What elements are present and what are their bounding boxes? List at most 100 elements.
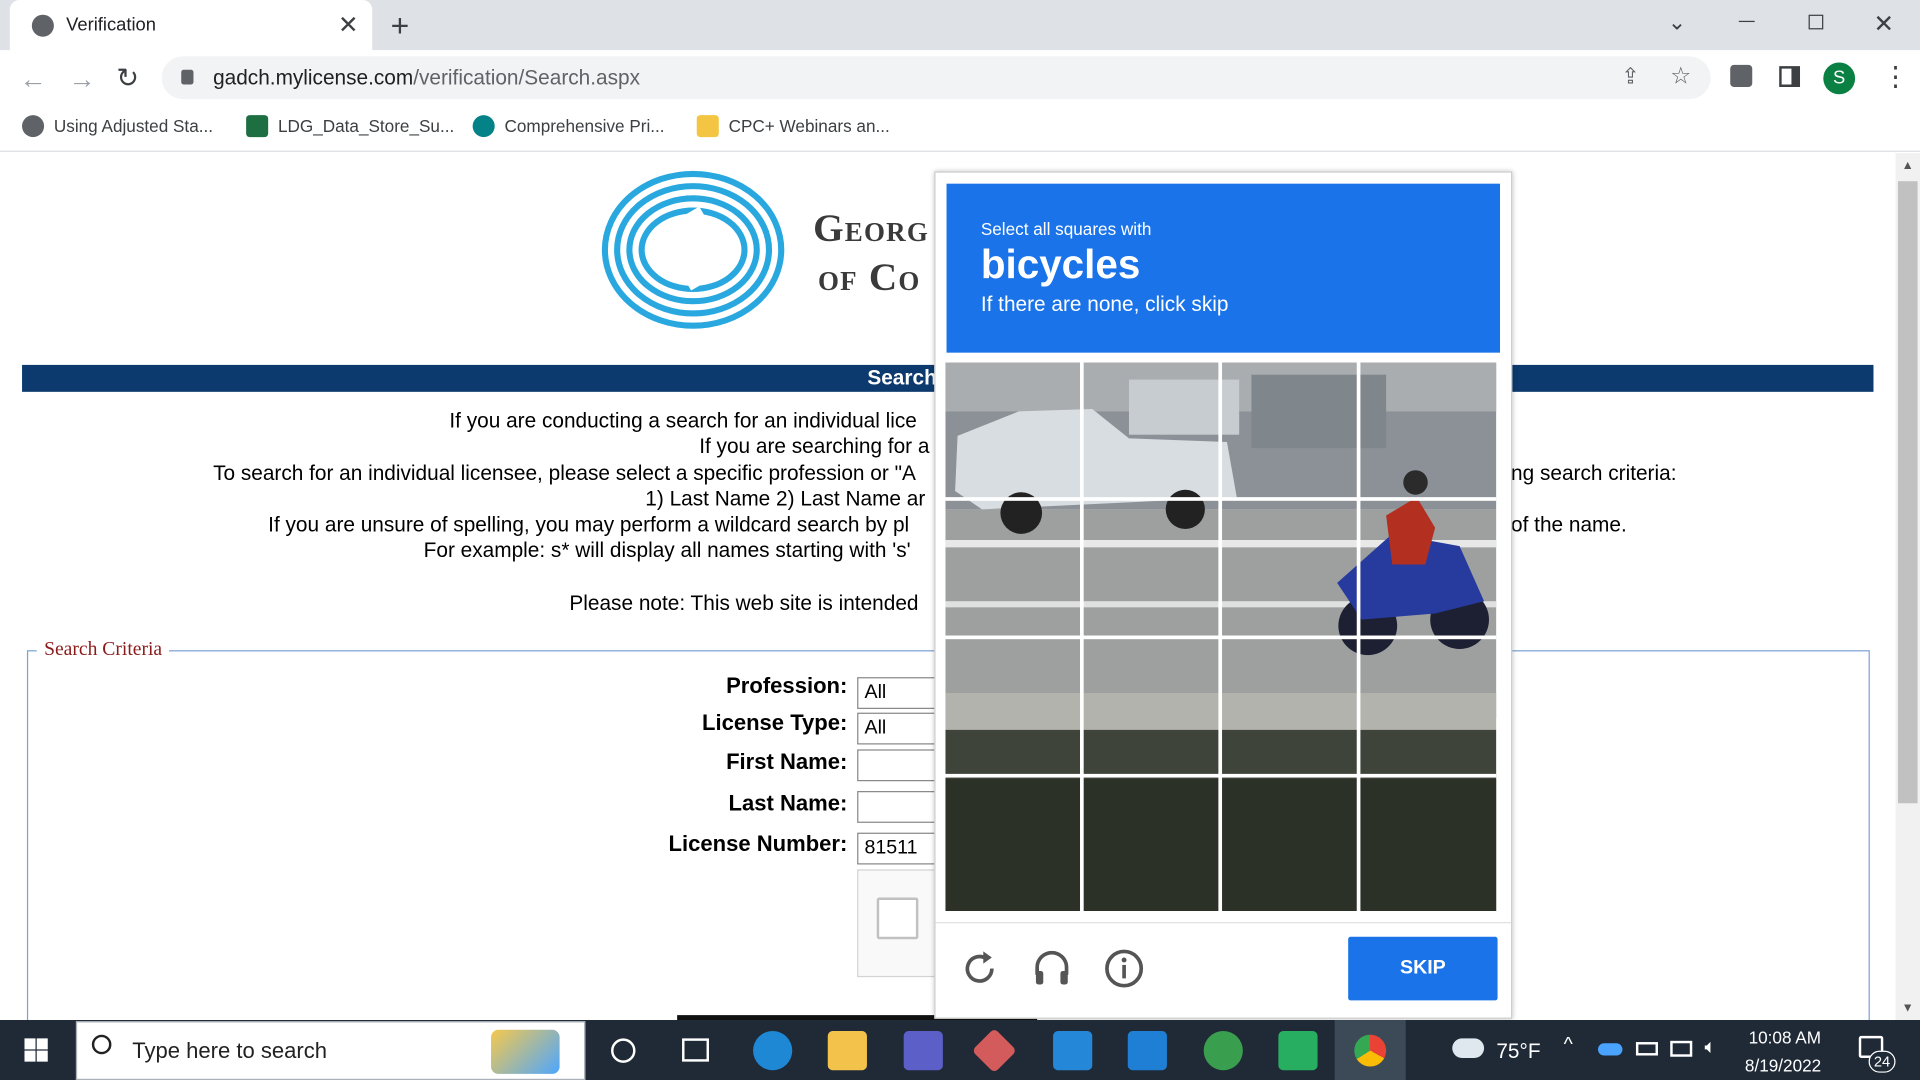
search-icon [91,1034,112,1055]
new-tab-icon[interactable]: + [391,7,410,45]
intro-line: If you are conducting a search for an in… [449,408,917,433]
captcha-image-grid [945,362,1497,912]
intro-line: of the name. [1511,513,1627,537]
logo-line1: Georg [813,205,930,250]
last-name-field[interactable] [857,791,943,823]
captcha-hint: If there are none, click skip [980,292,1229,316]
scrollbar-thumb[interactable] [1897,181,1918,804]
fieldset-legend: Search Criteria [36,639,170,662]
taskbar-search-input[interactable]: Type here to search [75,1021,586,1080]
grid-tile[interactable] [1084,362,1219,497]
grid-tile[interactable] [1360,501,1495,636]
bookmark-item[interactable]: Using Adjusted Sta... [22,113,213,140]
address-bar[interactable]: gadch.mylicense.com/verification/Search.… [161,56,1711,100]
skip-button[interactable]: SKIP [1348,936,1498,1001]
tab-title: Verification [66,14,156,36]
close-window-icon[interactable]: ✕ [1873,9,1894,40]
intro-line: If you are searching for a [699,434,930,458]
task-view-icon[interactable] [682,1038,709,1062]
edge-icon[interactable] [753,1031,793,1071]
calendar-widget-icon [491,1029,560,1074]
intro-line: If you are unsure of spelling, you may p… [268,513,910,537]
scroll-down-icon[interactable]: ▼ [1902,1002,1914,1015]
battery-icon[interactable] [1635,1042,1658,1056]
license-type-select[interactable]: All [857,712,943,745]
captcha-header: Select all squares with bicycles If ther… [946,183,1501,353]
bookmark-label: CPC+ Webinars an... [728,116,890,136]
tab-search-icon[interactable]: ⌄ [1668,10,1686,36]
grid-tile[interactable] [945,778,1080,911]
intro-line: For example: s* will display all names s… [423,538,911,563]
globe-icon [22,115,45,138]
volume-icon[interactable]: 🔈︎ [1705,1037,1717,1059]
bookmark-label: Comprehensive Pri... [504,116,665,136]
vscode-icon[interactable] [1127,1031,1167,1071]
onedrive-icon[interactable] [1597,1043,1623,1056]
side-panel-icon[interactable] [1779,66,1801,87]
license-number-field[interactable]: 81511 [857,832,943,865]
grid-tile[interactable] [945,501,1080,636]
grid-tile[interactable] [945,362,1080,497]
network-icon[interactable] [1670,1040,1693,1057]
tab-verification[interactable]: Verification ✕ [9,0,373,51]
grid-tile[interactable] [1360,778,1495,911]
star-icon[interactable]: ☆ [1670,62,1691,90]
media-player-icon[interactable] [1278,1031,1318,1071]
tab-close-icon[interactable]: ✕ [338,10,359,41]
grid-tile[interactable] [1222,362,1357,497]
grid-tile[interactable] [1222,639,1357,774]
bookmark-item[interactable]: Comprehensive Pri... [472,113,665,140]
scroll-up-icon[interactable]: ▲ [1902,159,1914,172]
globe-icon [31,14,54,37]
grid-tile[interactable] [1360,639,1495,774]
menu-icon[interactable]: ⋮ [1882,61,1909,93]
restore-icon[interactable] [1808,14,1824,30]
windows-start-icon[interactable] [24,1038,48,1062]
teams-icon[interactable] [903,1031,943,1071]
back-icon[interactable]: ← [20,64,47,96]
profession-select[interactable]: All [857,677,943,709]
weather-temp[interactable]: 75°F [1496,1040,1540,1064]
first-name-field[interactable] [857,749,943,782]
chevron-up-icon[interactable]: ^ [1564,1035,1573,1057]
weather-icon[interactable] [1452,1038,1485,1058]
grid-tile[interactable] [1084,501,1219,636]
bookmark-item[interactable]: LDG_Data_Store_Su... [246,113,454,140]
grid-tile[interactable] [945,639,1080,774]
last-name-label: Last Name: [728,791,848,816]
sharepoint-icon [472,115,495,138]
reload-page-icon[interactable]: ↻ [116,62,139,94]
extensions-icon[interactable] [1730,64,1753,87]
grid-tile[interactable] [1222,778,1357,911]
info-icon[interactable] [1103,948,1145,990]
grid-tile[interactable] [1084,778,1219,911]
sharepoint-app-icon[interactable] [1053,1031,1093,1071]
minimize-icon[interactable] [1738,20,1755,23]
reload-icon[interactable] [959,948,1001,990]
grid-tile[interactable] [1222,501,1357,636]
forward-icon[interactable]: → [69,64,96,96]
audio-icon[interactable] [1031,948,1073,990]
search-placeholder: Type here to search [132,1038,328,1063]
maps-icon[interactable] [1203,1031,1243,1071]
clock-time[interactable]: 10:08 AM [1749,1027,1821,1047]
intro-line: Please note: This web site is intended [569,591,919,615]
bookmark-label: LDG_Data_Store_Su... [277,116,455,136]
cortana-icon[interactable] [611,1038,636,1063]
clock-date[interactable]: 8/19/2022 [1745,1056,1821,1076]
url-domain: gadch.mylicense.com [213,66,414,90]
bookmark-label: Using Adjusted Sta... [53,116,214,136]
url-path: /verification/Search.aspx [413,66,641,90]
grid-tile[interactable] [1084,639,1219,774]
notification-count: 24 [1868,1050,1896,1073]
bookmark-item[interactable]: CPC+ Webinars an... [696,113,890,140]
license-type-label: License Type: [701,710,848,735]
file-explorer-icon[interactable] [827,1031,867,1071]
share-icon[interactable]: ⇪ [1621,64,1639,90]
folder-icon [696,115,719,138]
license-number-label: License Number: [668,831,848,856]
chrome-taskbar-button[interactable] [1334,1020,1406,1080]
grid-tile[interactable] [1360,362,1495,497]
recaptcha-checkbox[interactable] [876,897,919,940]
profile-avatar[interactable]: S [1823,62,1856,95]
